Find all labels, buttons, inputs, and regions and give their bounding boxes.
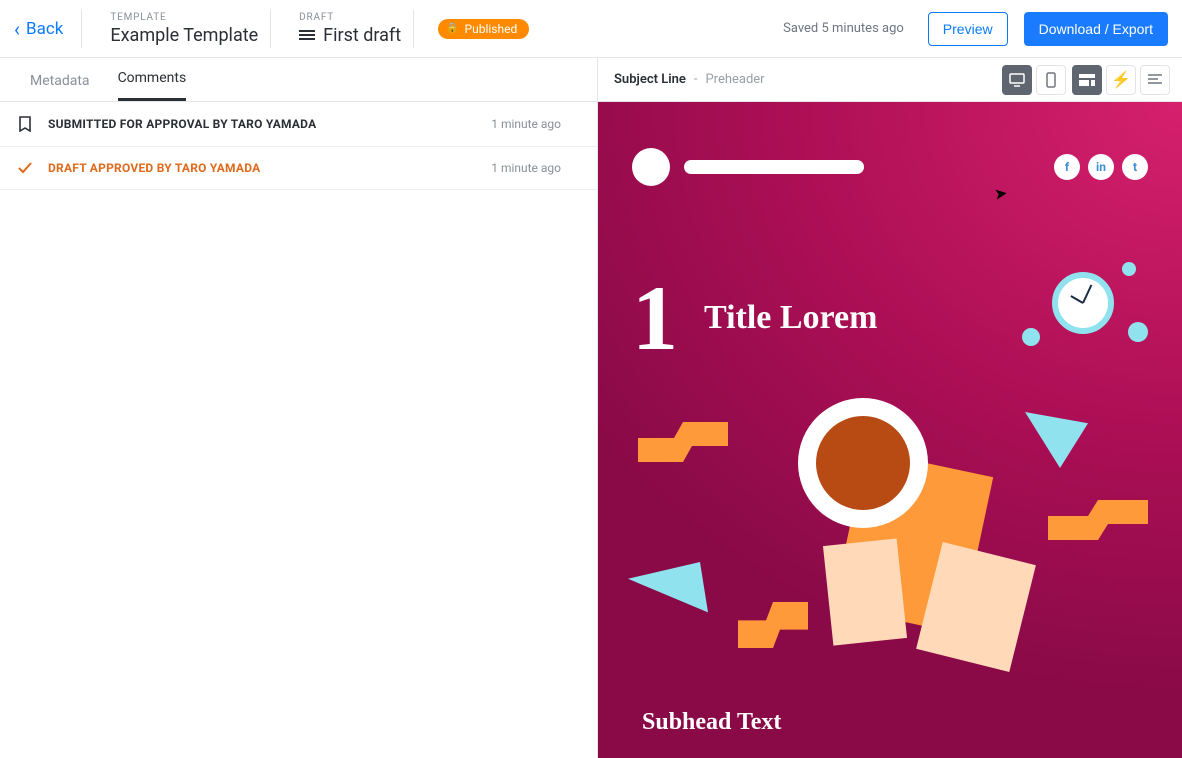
book-shape bbox=[823, 538, 907, 645]
zigzag-shape bbox=[638, 422, 728, 462]
zigzag-shape bbox=[738, 602, 808, 648]
clock-illustration bbox=[1012, 262, 1152, 372]
activity-time: 1 minute ago bbox=[491, 161, 561, 175]
activity-row[interactable]: DRAFT APPROVED BY TARO YAMADA 1 minute a… bbox=[0, 147, 597, 190]
template-label: TEMPLATE bbox=[110, 12, 258, 23]
template-meta: TEMPLATE Example Template bbox=[98, 10, 271, 48]
mobile-view-button[interactable] bbox=[1036, 65, 1066, 95]
cursor-icon: ➤ bbox=[993, 183, 1009, 204]
section-number: 1 bbox=[632, 272, 678, 364]
preheader-label[interactable]: Preheader bbox=[705, 72, 764, 87]
layout-view-button[interactable] bbox=[1072, 65, 1102, 95]
bolt-icon: ⚡ bbox=[1111, 70, 1131, 89]
back-label: Back bbox=[26, 19, 63, 39]
desktop-icon bbox=[1009, 73, 1025, 87]
draft-meta[interactable]: DRAFT First draft bbox=[287, 10, 414, 48]
activity-list: SUBMITTED FOR APPROVAL BY TARO YAMADA 1 … bbox=[0, 102, 597, 190]
activity-text: SUBMITTED FOR APPROVAL BY TARO YAMADA bbox=[48, 117, 477, 131]
check-icon bbox=[16, 161, 34, 175]
published-badge: 🔒 Published bbox=[438, 19, 529, 39]
twitter-icon[interactable]: t bbox=[1122, 154, 1148, 180]
download-export-button[interactable]: Download / Export bbox=[1024, 12, 1168, 46]
email-title: Title Lorem bbox=[704, 299, 877, 337]
activity-time: 1 minute ago bbox=[491, 117, 561, 131]
clock-icon bbox=[1052, 272, 1114, 334]
lock-icon: 🔒 bbox=[446, 23, 458, 34]
chevron-left-icon: ‹ bbox=[14, 17, 20, 41]
text-view-button[interactable] bbox=[1140, 65, 1170, 95]
coffee-cup-icon bbox=[798, 398, 928, 528]
preview-button[interactable]: Preview bbox=[928, 12, 1008, 46]
bookmark-icon bbox=[16, 116, 34, 132]
list-lines-icon bbox=[1148, 74, 1162, 86]
list-icon bbox=[299, 28, 315, 42]
tab-comments[interactable]: Comments bbox=[118, 70, 187, 101]
linkedin-icon[interactable]: in bbox=[1088, 154, 1114, 180]
saved-status: Saved 5 minutes ago bbox=[783, 21, 904, 36]
triangle-shape bbox=[1018, 412, 1088, 468]
activity-text: DRAFT APPROVED BY TARO YAMADA bbox=[48, 161, 477, 175]
lightning-view-button[interactable]: ⚡ bbox=[1106, 65, 1136, 95]
activity-row[interactable]: SUBMITTED FOR APPROVAL BY TARO YAMADA 1 … bbox=[0, 102, 597, 147]
brand-logo bbox=[632, 148, 864, 186]
tab-metadata[interactable]: Metadata bbox=[30, 73, 90, 101]
email-preview[interactable]: f in t ➤ 1 Title Lorem S bbox=[598, 102, 1182, 758]
draft-name: First draft bbox=[323, 25, 401, 46]
back-button[interactable]: ‹ Back bbox=[14, 10, 82, 48]
subject-separator: - bbox=[694, 72, 698, 87]
email-subhead: Subhead Text bbox=[642, 709, 781, 736]
subject-line-label[interactable]: Subject Line bbox=[614, 72, 686, 87]
desktop-view-button[interactable] bbox=[1002, 65, 1032, 95]
triangle-shape bbox=[628, 562, 708, 618]
draft-label: DRAFT bbox=[299, 12, 401, 23]
template-name: Example Template bbox=[110, 25, 258, 46]
layout-icon bbox=[1079, 74, 1095, 86]
badge-label: Published bbox=[465, 22, 518, 36]
mobile-icon bbox=[1046, 72, 1056, 88]
zigzag-shape bbox=[1048, 500, 1148, 540]
facebook-icon[interactable]: f bbox=[1054, 154, 1080, 180]
